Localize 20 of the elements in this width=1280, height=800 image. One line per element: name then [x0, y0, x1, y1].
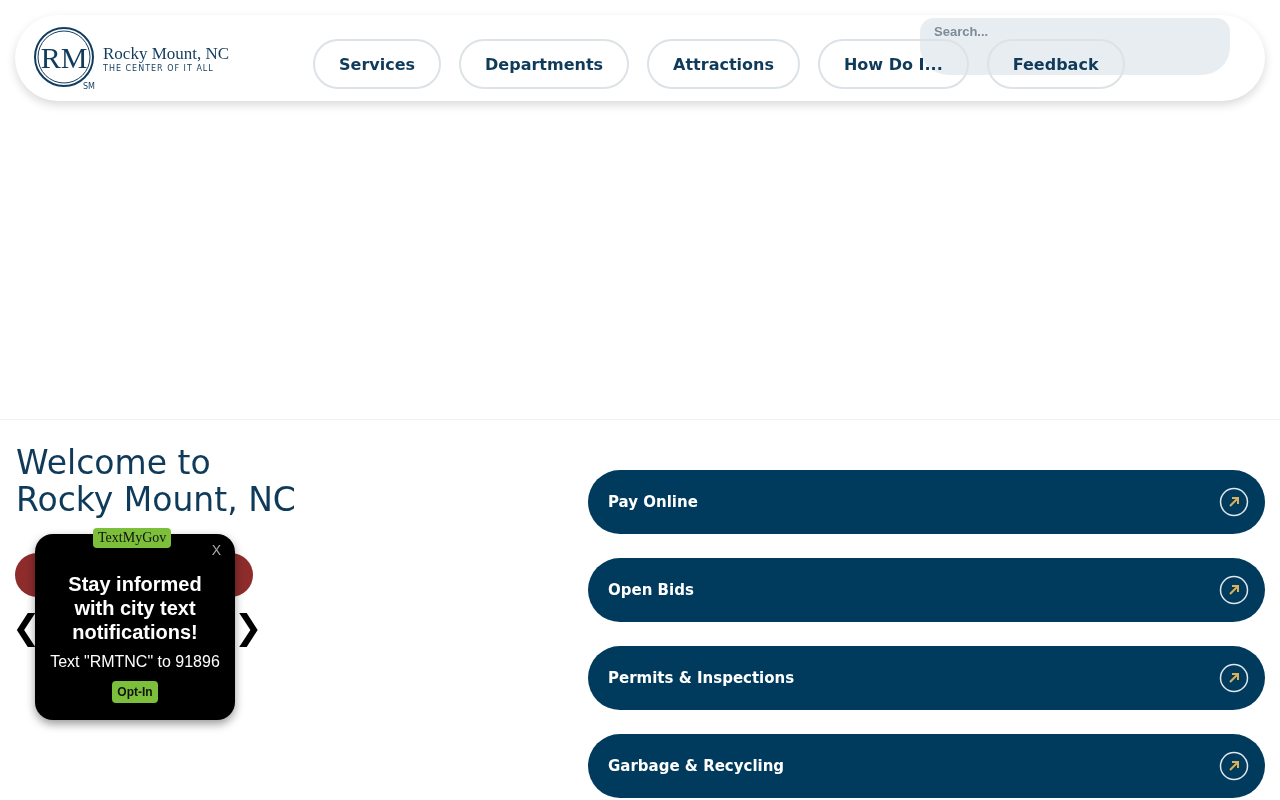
- logo-icon: RM SM: [33, 26, 97, 90]
- quick-link[interactable]: Pay Online: [588, 470, 1265, 534]
- search-field[interactable]: Search...: [920, 18, 1230, 44]
- close-button[interactable]: X: [211, 542, 221, 558]
- logo-tagline: THE CENTER OF IT ALL: [103, 63, 215, 73]
- quick-link[interactable]: Permits & Inspections: [588, 646, 1265, 710]
- logo-name: Rocky Mount, NC: [103, 43, 230, 64]
- nav-button[interactable]: Services: [313, 39, 442, 89]
- quick-link[interactable]: Open Bids: [588, 558, 1265, 622]
- opt-in-button[interactable]: Opt-In: [112, 681, 158, 703]
- nav-button[interactable]: Feedback: [986, 39, 1125, 89]
- quick-link[interactable]: Garbage & Recycling: [588, 734, 1265, 798]
- welcome-heading: Welcome to Rocky Mount, NC: [16, 444, 297, 518]
- popup-instruction: Text "RMTNC" to 91896: [50, 653, 220, 671]
- brand-tag: TextMyGov: [93, 528, 172, 548]
- nav-button[interactable]: Attractions: [647, 39, 800, 89]
- popup-headline: Stay informed with city text notifications!: [67, 572, 203, 644]
- nav-button[interactable]: How Do I...: [817, 39, 969, 89]
- nav-button[interactable]: Departments: [459, 39, 630, 89]
- next-arrow[interactable]: ❯: [234, 604, 263, 650]
